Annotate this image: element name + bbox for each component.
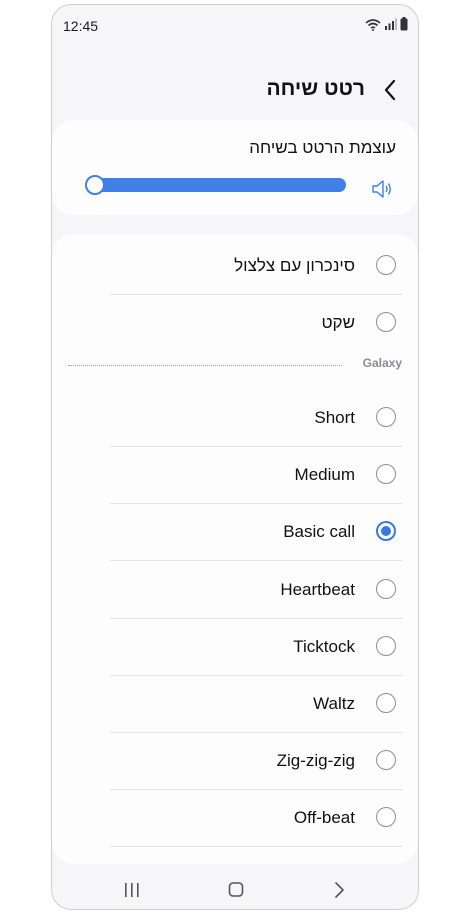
navigation-bar [52,869,418,909]
speaker-icon [372,180,391,198]
volume-label: עוצמת הרטט בשיחה [249,138,396,157]
recent-apps-icon[interactable] [118,879,146,901]
battery-icon [400,17,408,31]
radio-button-selected[interactable] [376,521,396,542]
volume-slider-thumb[interactable] [85,175,105,195]
option-row[interactable]: Basic call [110,504,403,562]
option-row[interactable]: Short [110,390,403,447]
radio-button[interactable] [376,407,396,427]
option-row[interactable]: סינכרון עם צלצול [110,238,403,295]
volume-slider-track[interactable] [88,178,346,192]
option-row[interactable]: Medium [110,447,403,505]
radio-button[interactable] [376,255,396,275]
section-divider-line [68,365,342,366]
option-label: סינכרון עם צלצול [234,256,355,275]
phone-screen: 12:45 רטט שיחה עוצמת הרטט בשיחה סינכרון … [51,4,419,910]
option-row[interactable]: Off-beat [110,790,403,848]
back-chevron-icon[interactable] [380,77,402,103]
radio-button[interactable] [376,750,396,771]
page-title: רטט שיחה [266,77,365,100]
option-row[interactable]: שקט [110,295,403,352]
option-label: Short [314,408,355,427]
radio-button[interactable] [376,464,396,485]
radio-button[interactable] [376,807,396,828]
option-label: Basic call [283,522,355,542]
radio-button[interactable] [376,578,396,599]
option-label: Off-beat [293,808,355,828]
signal-icon [385,18,397,30]
option-label: Heartbeat [280,579,355,599]
status-bar: 12:45 [52,5,418,45]
status-time: 12:45 [63,18,99,34]
radio-button[interactable] [376,635,396,656]
option-label: שקט [321,313,355,332]
volume-card: עוצמת הרטט בשיחה [52,120,418,215]
option-row[interactable]: Ticktock [110,619,403,676]
section-header-galaxy: Galaxy [68,350,402,380]
home-icon[interactable] [222,879,250,901]
row-divider [110,846,403,848]
section-title: Galaxy [362,356,402,370]
wifi-icon [365,18,381,31]
option-row[interactable]: Zig-zig-zig [110,733,403,791]
option-label: Medium [294,465,355,485]
back-nav-icon[interactable] [325,879,353,901]
option-label: Waltz [313,694,355,713]
header: רטט שיחה [52,65,418,117]
option-label: Zig-zig-zig [276,751,355,771]
radio-button[interactable] [376,312,396,332]
option-row[interactable]: Heartbeat [110,562,403,619]
status-icons [365,17,408,31]
radio-button[interactable] [376,693,396,713]
option-label: Ticktock [293,636,355,656]
option-row[interactable]: Waltz [110,676,403,733]
vibration-options-list: סינכרון עם צלצול שקט Galaxy Short Medium Basi… [52,234,418,864]
